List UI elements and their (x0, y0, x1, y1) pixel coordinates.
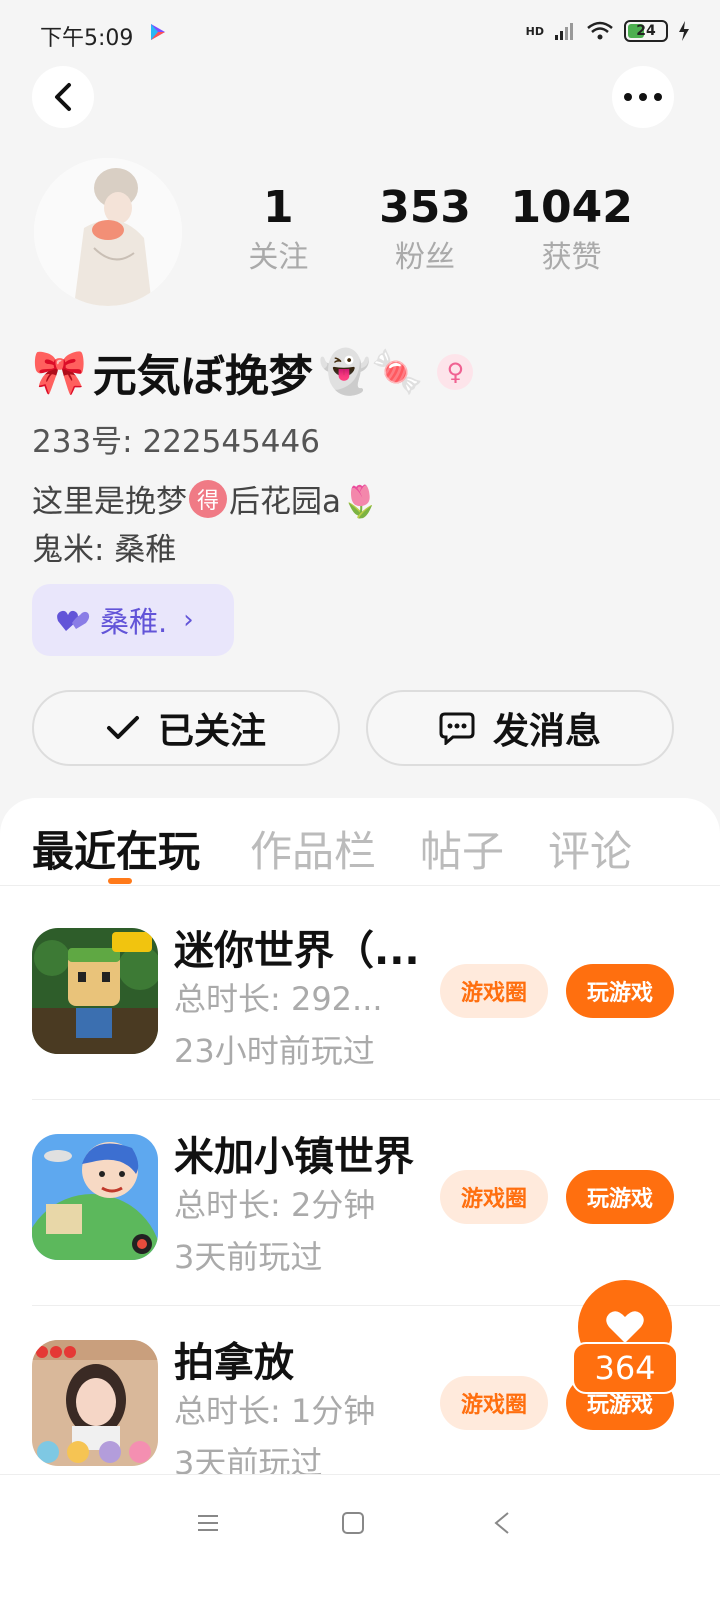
game-last-played: 23小时前玩过 (174, 1032, 375, 1070)
status-time: 下午5:09 (40, 26, 134, 51)
game-last-played: 3天前玩过 (174, 1238, 323, 1276)
profile-stats: 1 关注 353 粉丝 1042 获赞 (205, 180, 645, 280)
game-row[interactable]: 米加小镇世界 总时长: 2分钟 3天前玩过 游戏圈 玩游戏 (0, 1100, 720, 1306)
tab-recent-play[interactable]: 最近在玩 (32, 818, 200, 879)
status-bar: 下午5:09 HD 24 (0, 0, 720, 64)
name-emoji: 👻🍬 (318, 347, 424, 396)
double-heart-icon (57, 610, 90, 631)
user-name: 元気ぼ挽梦 (92, 351, 313, 402)
menu-icon[interactable] (196, 1511, 220, 1535)
game-icon-miga-town[interactable] (32, 1134, 158, 1260)
following-button[interactable]: 已关注 (32, 690, 340, 766)
tab-works[interactable]: 作品栏 (250, 818, 376, 879)
hd-label: HD (525, 24, 544, 38)
game-play-time: 总时长: 1分钟 (174, 1392, 376, 1430)
heart-icon (606, 1311, 644, 1343)
play-game-button[interactable]: 玩游戏 (566, 1170, 674, 1224)
tab-posts[interactable]: 帖子 (420, 818, 504, 879)
back-nav-icon[interactable] (492, 1511, 512, 1535)
game-row[interactable]: 迷你世界（... 总时长: 292... 23小时前玩过 游戏圈 玩游戏 (0, 894, 720, 1100)
game-title: 迷你世界（... (174, 928, 420, 974)
following-count: 1 (263, 182, 294, 233)
game-circle-button[interactable]: 游戏圈 (440, 964, 548, 1018)
relation-tag-chip[interactable]: 桑稚. › (32, 584, 234, 656)
relation-tag-label: 桑稚. (100, 605, 168, 639)
system-navigation-bar (0, 1474, 720, 1600)
game-play-time: 总时长: 292... (174, 980, 383, 1018)
game-icon-pai-na-fang[interactable] (32, 1340, 158, 1466)
bio-text-a: 这里是挽梦 (32, 484, 187, 520)
tab-indicator (108, 878, 132, 884)
chat-bubble-icon (439, 712, 475, 745)
de-badge-icon: 得 (189, 479, 227, 518)
like-count: 364 (572, 1342, 678, 1394)
game-play-time: 总时长: 2分钟 (174, 1186, 376, 1224)
bio-text-b: 后花园a🌷 (229, 484, 380, 520)
check-icon (106, 716, 139, 739)
game-circle-button[interactable]: 游戏圈 (440, 1170, 548, 1224)
game-icon-mini-world[interactable] (32, 928, 158, 1054)
home-icon[interactable] (341, 1511, 365, 1535)
tab-comments[interactable]: 评论 (548, 818, 632, 879)
likes-label: 获赞 (541, 240, 602, 275)
more-button[interactable] (612, 66, 674, 128)
send-message-button[interactable]: 发消息 (366, 690, 674, 766)
bio-line-1: 这里是挽梦 得 后花园a🌷 (32, 476, 380, 521)
following-label: 已关注 (157, 711, 266, 752)
more-dots-icon (624, 93, 662, 101)
back-arrow-icon (55, 83, 71, 111)
send-message-label: 发消息 (492, 711, 601, 752)
play-game-button[interactable]: 玩游戏 (566, 964, 674, 1018)
ribbon-emoji: 🎀 (32, 347, 87, 398)
signal-icon (555, 23, 573, 40)
stat-fans[interactable]: 353 粉丝 (352, 180, 499, 280)
back-button[interactable] (32, 66, 94, 128)
game-circle-button[interactable]: 游戏圈 (440, 1376, 548, 1430)
play-store-icon (151, 24, 165, 40)
bio-line-2: 鬼米: 桑稚 (32, 532, 177, 568)
female-gender-icon: ♀ (437, 354, 474, 390)
fans-label: 粉丝 (395, 240, 455, 275)
tab-bar: 最近在玩 作品栏 帖子 评论 (0, 798, 720, 886)
avatar[interactable] (34, 158, 182, 306)
game-title: 拍拿放 (174, 1340, 294, 1386)
chevron-right-icon: › (183, 605, 194, 635)
charging-icon (679, 21, 689, 41)
avatar-illustration (34, 158, 182, 306)
battery-icon: 24 (624, 20, 668, 42)
game-title: 米加小镇世界 (174, 1134, 414, 1180)
likes-count: 1042 (510, 182, 633, 233)
stat-likes[interactable]: 1042 获赞 (498, 180, 645, 280)
fans-count: 353 (379, 182, 471, 233)
stat-following[interactable]: 1 关注 (205, 180, 352, 280)
user-id[interactable]: 233号: 222545446 (32, 416, 320, 461)
wifi-icon (587, 21, 613, 40)
name-row: 🎀 元気ぼ挽梦 👻🍬 ♀ (32, 340, 474, 404)
following-label: 关注 (248, 240, 309, 275)
game-last-played: 3天前玩过 (174, 1444, 323, 1478)
